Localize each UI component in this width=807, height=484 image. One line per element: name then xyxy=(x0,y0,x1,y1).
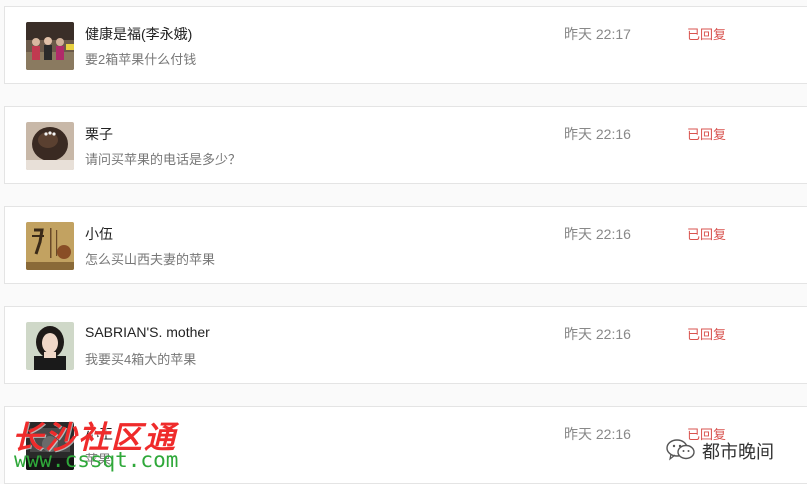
message-card[interactable]: SABRIAN'S. mother 我要买4箱大的苹果 昨天 22:16 已回复 xyxy=(4,306,807,384)
user-avatar[interactable] xyxy=(26,122,74,170)
replied-status-link[interactable]: 已回复 xyxy=(687,24,726,43)
brand-watermark: 都市晚间 xyxy=(666,436,796,464)
message-time: 昨天 22:16 xyxy=(564,126,631,142)
user-avatar[interactable] xyxy=(26,422,74,470)
user-avatar[interactable] xyxy=(26,22,74,70)
message-text: 我要买4箱大的苹果 xyxy=(85,352,197,367)
sender-name: 健康是福(李永娥) xyxy=(85,26,193,42)
sender-name: 小王 xyxy=(85,426,113,442)
message-time: 昨天 22:16 xyxy=(564,326,631,342)
replied-status-link[interactable]: 已回复 xyxy=(687,324,726,343)
message-list-page: 健康是福(李永娥) 要2箱苹果什么付钱 昨天 22:17 已回复 栗子 请问买苹… xyxy=(0,0,807,484)
message-time: 昨天 22:17 xyxy=(564,26,631,42)
user-avatar[interactable] xyxy=(26,322,74,370)
message-card[interactable]: 小伍 怎么买山西夫妻的苹果 昨天 22:16 已回复 xyxy=(4,206,807,284)
message-text: 请问买苹果的电话是多少？ xyxy=(85,152,242,167)
wechat-icon xyxy=(666,439,695,461)
replied-status-link[interactable]: 已回复 xyxy=(687,224,726,243)
message-text: 苹果 xyxy=(85,452,112,467)
message-card[interactable]: 健康是福(李永娥) 要2箱苹果什么付钱 昨天 22:17 已回复 xyxy=(4,6,807,84)
user-avatar[interactable] xyxy=(26,222,74,270)
sender-name: 小伍 xyxy=(85,226,113,242)
message-text: 要2箱苹果什么付钱 xyxy=(85,52,197,67)
watermark-brand: 都市晚间 xyxy=(702,442,774,462)
message-card[interactable]: 栗子 请问买苹果的电话是多少？ 昨天 22:16 已回复 xyxy=(4,106,807,184)
message-time: 昨天 22:16 xyxy=(564,426,631,442)
sender-name: SABRIAN'S. mother xyxy=(85,324,210,340)
message-time: 昨天 22:16 xyxy=(564,226,631,242)
message-text: 怎么买山西夫妻的苹果 xyxy=(85,252,216,267)
sender-name: 栗子 xyxy=(85,126,113,142)
replied-status-link[interactable]: 已回复 xyxy=(687,124,726,143)
